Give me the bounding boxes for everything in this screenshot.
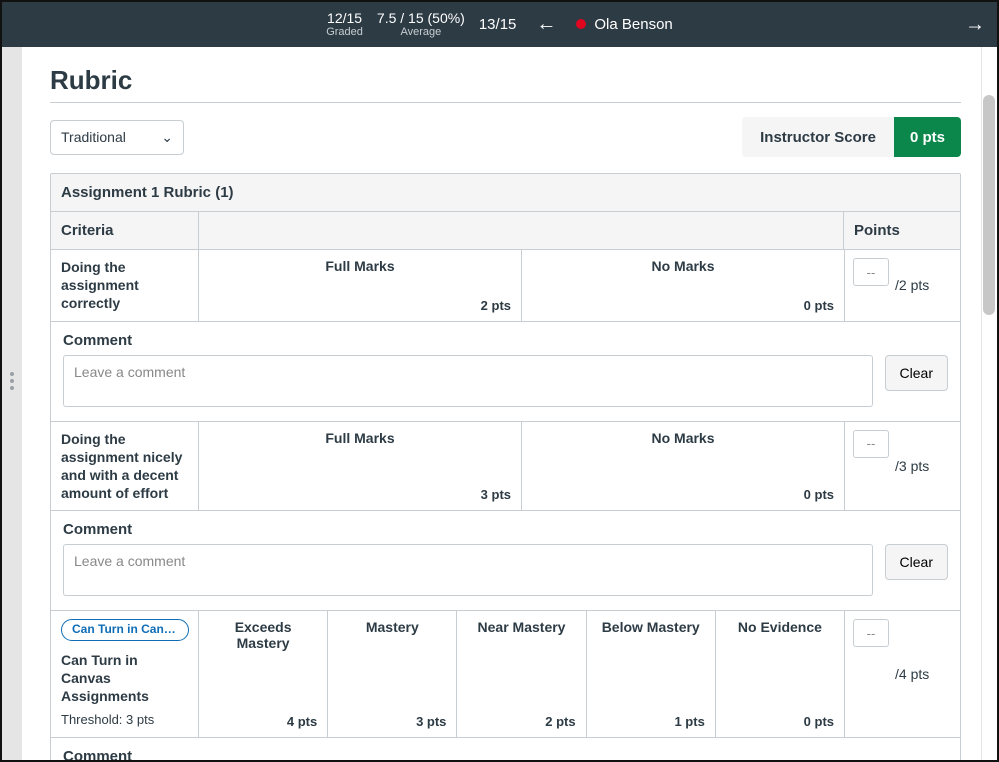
- rating-cell[interactable]: No Marks 0 pts: [522, 250, 844, 321]
- title-rule: [50, 102, 961, 103]
- instructor-score-value: 0 pts: [894, 117, 961, 157]
- rating-pts: 2 pts: [209, 298, 511, 313]
- criterion-title: Can Turn in Canvas Assignments: [61, 651, 188, 706]
- rubric-title: Assignment 1 Rubric (1): [51, 174, 960, 212]
- rating-title: No Marks: [532, 256, 834, 274]
- rating-pts: 2 pts: [467, 714, 575, 729]
- student-count: 13/15: [479, 16, 517, 33]
- stat-graded-value: 12/15: [327, 11, 362, 26]
- criterion-row: Doing the assignment nicely and with a d…: [51, 422, 960, 512]
- controls-row: Traditional ⌄ Instructor Score 0 pts: [50, 117, 961, 157]
- student-name: Ola Benson: [594, 16, 672, 33]
- stat-average: 7.5 / 15 (50%) Average: [377, 11, 465, 38]
- rating-pts: 3 pts: [209, 487, 511, 502]
- stat-average-value: 7.5 / 15 (50%): [377, 11, 465, 26]
- comment-block: Comment Clear: [51, 511, 960, 611]
- rating-cell[interactable]: Full Marks 2 pts: [199, 250, 522, 321]
- rubric-table: Assignment 1 Rubric (1) Criteria Points …: [50, 173, 961, 760]
- header-ratings: [199, 212, 844, 249]
- rating-cell[interactable]: Exceeds Mastery 4 pts: [199, 611, 328, 736]
- scrollbar-track[interactable]: [981, 47, 997, 760]
- rubric-view-select[interactable]: Traditional ⌄: [50, 120, 184, 155]
- points-max: /4 pts: [895, 666, 929, 682]
- stat-average-label: Average: [400, 26, 441, 38]
- rating-cell[interactable]: No Marks 0 pts: [522, 422, 844, 511]
- header-criteria: Criteria: [51, 212, 199, 249]
- stat-graded: 12/15 Graded: [326, 11, 363, 38]
- comment-input[interactable]: [63, 355, 873, 407]
- rating-title: No Evidence: [726, 617, 834, 635]
- rating-title: Mastery: [338, 617, 446, 635]
- points-cell: /2 pts: [844, 250, 960, 321]
- rating-title: Exceeds Mastery: [209, 617, 317, 651]
- rating-pts: 0 pts: [532, 487, 834, 502]
- instructor-score: Instructor Score 0 pts: [742, 117, 961, 157]
- comment-block: Comment Clear: [51, 738, 960, 760]
- top-bar-center: 12/15 Graded 7.5 / 15 (50%) Average 13/1…: [326, 11, 673, 38]
- rating-cell[interactable]: Below Mastery 1 pts: [587, 611, 716, 736]
- points-input[interactable]: [853, 619, 889, 647]
- rating-title: No Marks: [532, 428, 834, 446]
- status-dot-icon: [576, 19, 586, 29]
- top-bar: 12/15 Graded 7.5 / 15 (50%) Average 13/1…: [2, 2, 997, 47]
- rating-title: Below Mastery: [597, 617, 705, 635]
- rating-title: Full Marks: [209, 428, 511, 446]
- content-area: Rubric Traditional ⌄ Instructor Score 0 …: [22, 47, 981, 760]
- ratings-group: Full Marks 3 pts No Marks 0 pts: [199, 422, 844, 511]
- points-input[interactable]: [853, 430, 889, 458]
- outcome-tag[interactable]: Can Turn in Canvas...: [61, 619, 189, 641]
- rating-cell[interactable]: No Evidence 0 pts: [716, 611, 844, 736]
- comment-label: Comment: [63, 521, 948, 538]
- points-cell: /4 pts: [844, 611, 960, 736]
- app-frame: 12/15 Graded 7.5 / 15 (50%) Average 13/1…: [0, 0, 999, 762]
- criterion-row: Doing the assignment correctly Full Mark…: [51, 250, 960, 322]
- comment-label: Comment: [63, 332, 948, 349]
- criterion-row: Can Turn in Canvas... Can Turn in Canvas…: [51, 611, 960, 737]
- rating-cell[interactable]: Near Mastery 2 pts: [457, 611, 586, 736]
- page-title: Rubric: [50, 65, 961, 96]
- ratings-group: Full Marks 2 pts No Marks 0 pts: [199, 250, 844, 321]
- comment-block: Comment Clear: [51, 322, 960, 422]
- clear-button[interactable]: Clear: [885, 355, 948, 391]
- criterion-title: Doing the assignment nicely and with a d…: [51, 422, 199, 511]
- comment-input[interactable]: [63, 544, 873, 596]
- rating-pts: 4 pts: [209, 714, 317, 729]
- student-selector[interactable]: Ola Benson: [576, 16, 672, 33]
- rubric-head-row: Criteria Points: [51, 212, 960, 250]
- rating-pts: 1 pts: [597, 714, 705, 729]
- rating-title: Full Marks: [209, 256, 511, 274]
- stat-graded-label: Graded: [326, 26, 363, 38]
- rating-pts: 3 pts: [338, 714, 446, 729]
- rating-cell[interactable]: Mastery 3 pts: [328, 611, 457, 736]
- rating-pts: 0 pts: [532, 298, 834, 313]
- prev-student-arrow-icon[interactable]: ←: [530, 13, 562, 36]
- header-points: Points: [844, 212, 960, 249]
- points-max: /3 pts: [895, 458, 929, 474]
- criterion-cell: Can Turn in Canvas... Can Turn in Canvas…: [51, 611, 199, 736]
- comment-label: Comment: [63, 748, 948, 760]
- resize-handle-icon[interactable]: [2, 361, 22, 401]
- criterion-threshold: Threshold: 3 pts: [61, 712, 188, 729]
- rating-pts: 0 pts: [726, 714, 834, 729]
- rating-title: Near Mastery: [467, 617, 575, 635]
- clear-button[interactable]: Clear: [885, 544, 948, 580]
- rubric-view-label: Traditional: [61, 129, 126, 145]
- chevron-down-icon: ⌄: [161, 129, 173, 146]
- points-cell: /3 pts: [844, 422, 960, 511]
- points-max: /2 pts: [895, 277, 929, 293]
- next-student-arrow-icon[interactable]: →: [965, 13, 985, 36]
- scrollbar-thumb[interactable]: [983, 95, 995, 315]
- instructor-score-label: Instructor Score: [742, 117, 894, 157]
- criterion-title: Doing the assignment correctly: [51, 250, 199, 321]
- ratings-group: Exceeds Mastery 4 pts Mastery 3 pts Near…: [199, 611, 844, 736]
- rating-cell[interactable]: Full Marks 3 pts: [199, 422, 522, 511]
- points-input[interactable]: [853, 258, 889, 286]
